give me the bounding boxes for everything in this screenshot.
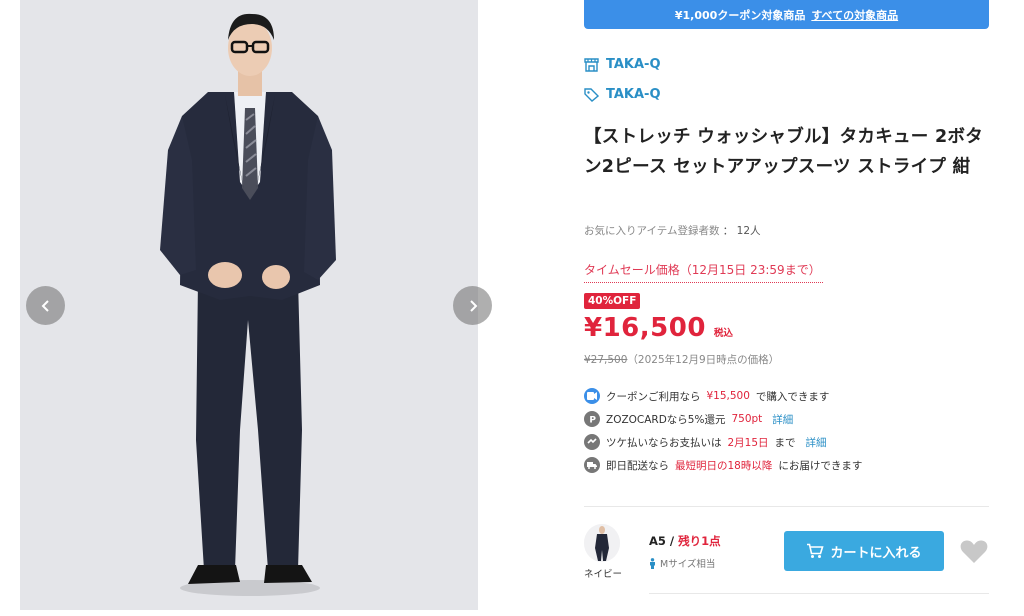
divider <box>649 593 989 594</box>
price: ¥16,500 税込 <box>584 313 733 343</box>
size-label: A5 <box>649 534 666 548</box>
points-icon: P <box>584 411 600 427</box>
benefit-deferred-payment: ツケ払いならお支払いは 2月15日 まで 詳細 <box>584 434 827 450</box>
coupon-banner[interactable]: ¥1,000クーポン対象商品 すべての対象商品 <box>584 0 989 29</box>
favorites-separator: ： <box>722 225 734 237</box>
product-photo <box>20 0 478 610</box>
heart-icon[interactable] <box>960 539 988 564</box>
benefit-coupon: クーポンご利用なら ¥15,500 で購入できます <box>584 388 829 404</box>
brand-name: TAKA-Q <box>606 87 661 102</box>
benefit-delivery: 即日配送なら 最短明日の18時以降 にお届けできます <box>584 457 862 473</box>
benefit-text-post: まで <box>774 436 796 449</box>
original-price: ¥27,500（2025年12月9日時点の価格） <box>584 352 779 367</box>
favorites-number: 12人 <box>736 225 761 237</box>
favorites-label: お気に入りアイテム登録者数 <box>584 225 720 237</box>
svg-text:P: P <box>589 415 596 424</box>
add-to-cart-button[interactable]: カートに入れる <box>784 531 944 571</box>
discount-badge: 40%OFF <box>584 293 641 309</box>
tax-label: 税込 <box>713 328 733 339</box>
benefit-text: ツケ払いならお支払いは <box>606 436 722 449</box>
delivery-truck-icon <box>584 457 600 473</box>
size-stock: A5 / 残り1点 <box>649 533 721 549</box>
chevron-left-icon <box>41 299 49 312</box>
cart-icon <box>807 543 825 558</box>
benefit-text-post: で購入できます <box>755 390 830 403</box>
fit-info: Mサイズ相当 <box>649 556 715 570</box>
benefit-text: 即日配送なら <box>606 459 669 472</box>
shop-name: TAKA-Q <box>606 57 661 72</box>
brand-link[interactable]: TAKA-Q <box>584 87 661 102</box>
original-price-value: ¥27,500 <box>584 354 628 366</box>
deferred-payment-icon <box>584 434 600 450</box>
product-image-gallery[interactable] <box>20 0 478 610</box>
original-price-note: （2025年12月9日時点の価格） <box>627 354 780 366</box>
color-label: ネイビー <box>584 569 623 580</box>
benefit-zozocard: P ZOZOCARDなら5%還元 750pt 詳細 <box>584 411 793 427</box>
size-separator: / <box>669 534 675 548</box>
shop-link[interactable]: TAKA-Q <box>584 57 661 72</box>
benefit-text-post: にお届けできます <box>778 459 863 472</box>
store-icon <box>584 57 599 72</box>
suit-thumbnail-image <box>584 524 620 562</box>
stock-label: 残り1点 <box>678 534 721 548</box>
price-amount: ¥16,500 <box>584 313 706 343</box>
favorites-count: お気に入りアイテム登録者数 ： 12人 <box>584 223 761 238</box>
benefit-text: ZOZOCARDなら5%還元 <box>606 413 726 426</box>
add-to-cart-label: カートに入れる <box>830 545 922 561</box>
deferred-payment-details-link[interactable]: 詳細 <box>806 435 827 450</box>
person-icon <box>650 557 655 569</box>
benefit-highlight: 最短明日の18時以降 <box>675 459 773 472</box>
gallery-next-button[interactable] <box>453 286 492 325</box>
coupon-all-items-link[interactable]: すべての対象商品 <box>811 7 898 23</box>
benefit-highlight: 2月15日 <box>727 436 769 449</box>
coupon-icon <box>584 388 600 404</box>
color-thumbnail[interactable] <box>584 524 620 562</box>
divider <box>584 506 989 507</box>
benefit-text: クーポンご利用なら <box>606 390 701 403</box>
benefit-highlight: ¥15,500 <box>706 390 750 402</box>
fit-label: Mサイズ相当 <box>660 559 716 570</box>
time-sale-label: タイムセール価格（12月15日 23:59まで） <box>584 261 823 283</box>
product-title: 【ストレッチ ウォッシャブル】タカキュー 2ボタン2ピース セットアアップスーツ… <box>584 127 984 177</box>
gallery-prev-button[interactable] <box>26 286 65 325</box>
tag-icon <box>584 87 599 102</box>
chevron-right-icon <box>469 299 477 312</box>
coupon-text: ¥1,000クーポン対象商品 <box>674 8 806 22</box>
zozocard-details-link[interactable]: 詳細 <box>772 412 793 427</box>
benefit-highlight: 750pt <box>731 413 763 425</box>
